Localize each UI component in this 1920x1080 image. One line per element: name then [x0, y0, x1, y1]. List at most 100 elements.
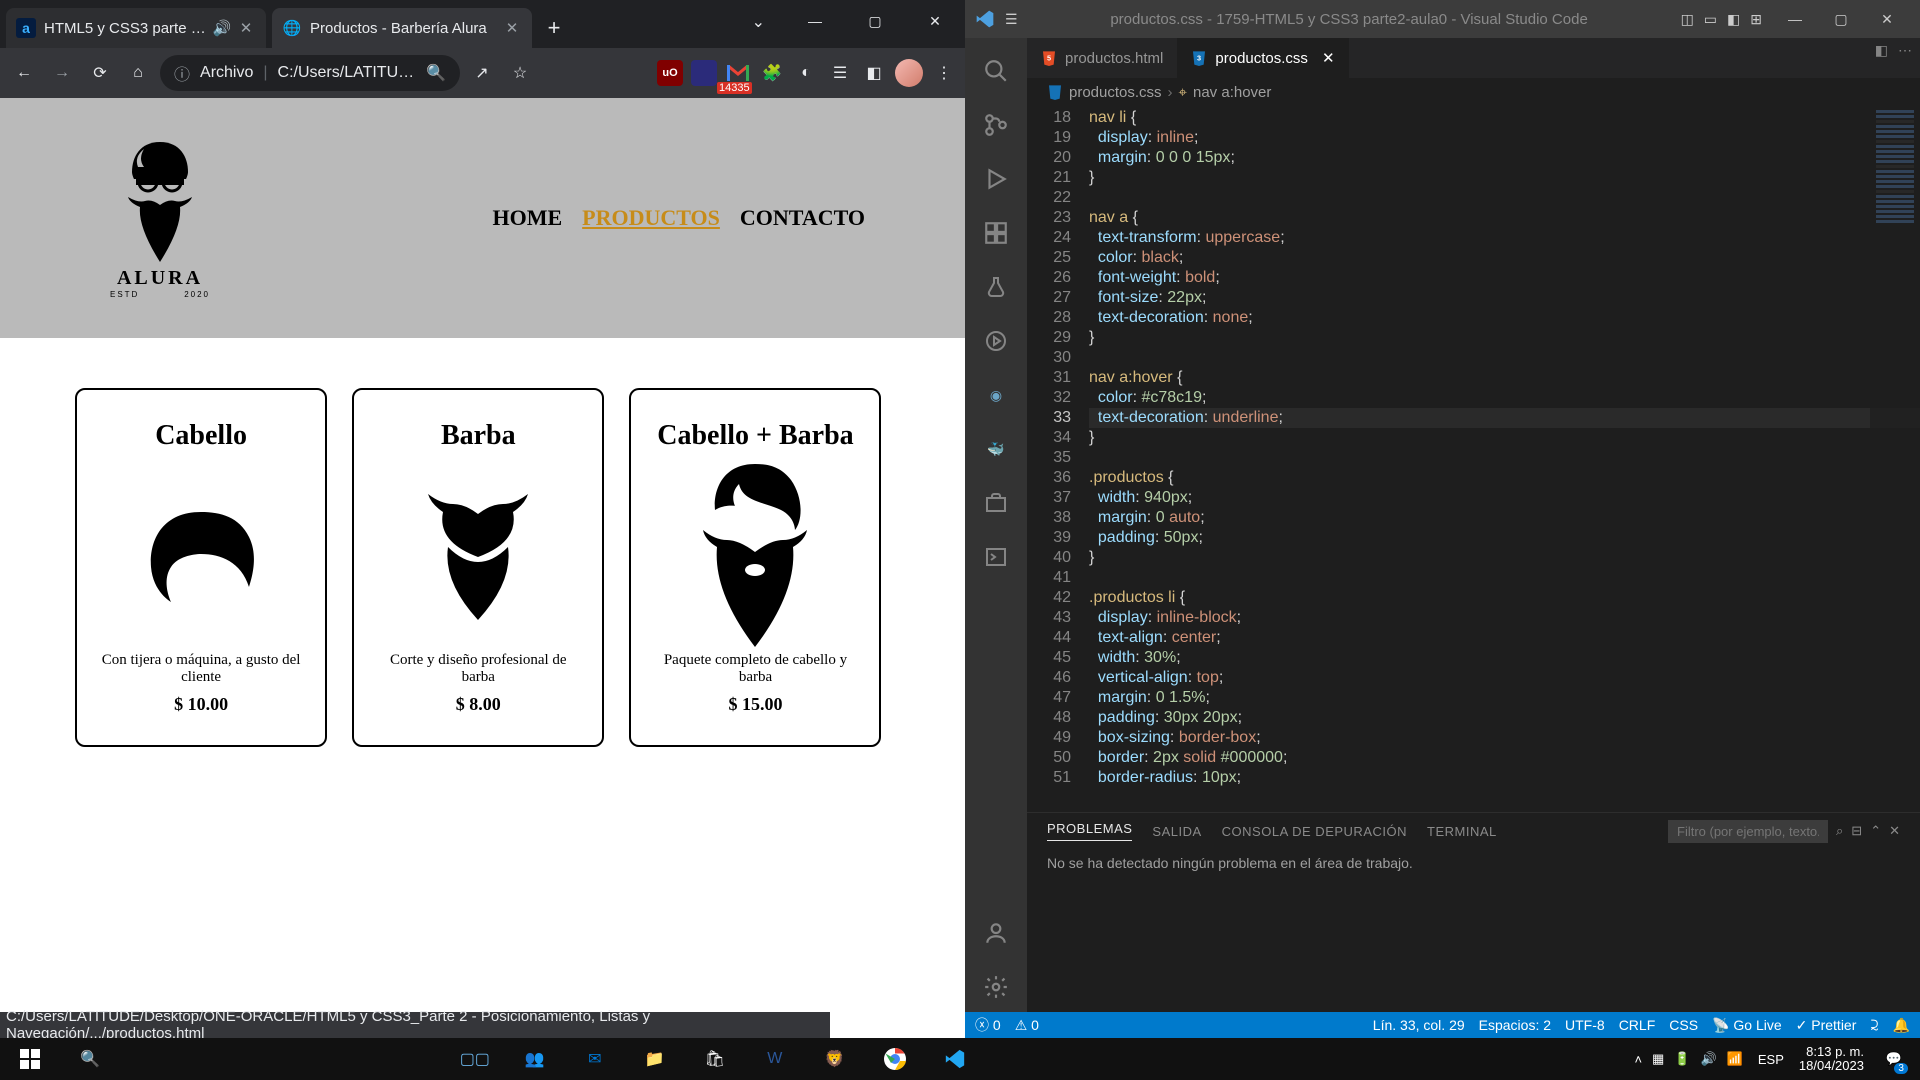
editor-tab-css[interactable]: 3 productos.css ✕: [1177, 38, 1348, 78]
status-warnings[interactable]: ⚠ 0: [1015, 1017, 1039, 1034]
projects-icon[interactable]: [965, 478, 1027, 528]
split-icon[interactable]: ◧: [1875, 42, 1888, 59]
close-icon[interactable]: ✕: [236, 18, 256, 38]
menu-button[interactable]: ⋮: [931, 60, 957, 86]
menu-icon[interactable]: ☰: [1005, 11, 1018, 28]
language-indicator[interactable]: ESP: [1753, 1051, 1789, 1068]
minimap[interactable]: [1870, 106, 1920, 812]
layout-icon[interactable]: ◧: [1727, 11, 1740, 28]
nav-home[interactable]: Home: [493, 205, 563, 231]
filter-input[interactable]: [1668, 820, 1828, 843]
side-panel-icon[interactable]: ◧: [861, 60, 887, 86]
status-golive[interactable]: 📡 Go Live: [1712, 1017, 1782, 1034]
liveshare-icon[interactable]: [965, 316, 1027, 366]
status-lang[interactable]: CSS: [1669, 1017, 1698, 1033]
console-icon[interactable]: [965, 532, 1027, 582]
close-button[interactable]: ✕: [905, 0, 965, 42]
browser-tab-2[interactable]: 🌐 Productos - Barbería Alura ✕: [272, 8, 532, 48]
layout-icon[interactable]: ⊞: [1750, 11, 1762, 28]
code-editor[interactable]: 1819202122232425262728293031323334353637…: [1027, 106, 1920, 812]
reload-button[interactable]: ⟳: [84, 57, 116, 89]
more-icon[interactable]: ⋯: [1898, 42, 1912, 59]
status-position[interactable]: Lín. 33, col. 29: [1373, 1017, 1465, 1033]
tab-terminal[interactable]: TERMINAL: [1427, 824, 1497, 839]
battery-icon[interactable]: 🔋: [1674, 1051, 1690, 1067]
nav-contacto[interactable]: Contacto: [740, 205, 865, 231]
tab-search-icon[interactable]: ⌄: [752, 12, 765, 32]
site-info-icon[interactable]: ⓘ: [174, 61, 190, 85]
bookmark-button[interactable]: ☆: [504, 57, 536, 89]
reading-list-icon[interactable]: ☰: [827, 60, 853, 86]
code-content[interactable]: nav li { display: inline; margin: 0 0 0 …: [1089, 106, 1920, 812]
volume-icon[interactable]: 🔊: [1701, 1051, 1717, 1067]
search-icon[interactable]: [965, 46, 1027, 96]
layout-icon[interactable]: ▭: [1704, 11, 1717, 28]
filter-icon[interactable]: ⌕: [1836, 823, 1843, 839]
people-icon[interactable]: 👥: [505, 1038, 565, 1080]
back-button[interactable]: ←: [8, 57, 40, 89]
chevron-up-icon[interactable]: ⌃: [1870, 823, 1881, 839]
status-eol[interactable]: CRLF: [1619, 1017, 1656, 1033]
status-spaces[interactable]: Espacios: 2: [1479, 1017, 1551, 1033]
minimize-button[interactable]: —: [1772, 0, 1818, 38]
tab-consola[interactable]: CONSOLA DE DEPURACIÓN: [1222, 824, 1407, 839]
maximize-button[interactable]: ▢: [845, 0, 905, 42]
address-bar[interactable]: ⓘ Archivo | C:/Users/LATITUDE... 🔍: [160, 55, 460, 91]
ublock-icon[interactable]: uO: [657, 60, 683, 86]
start-button[interactable]: [0, 1038, 60, 1080]
extensions-menu-icon[interactable]: 🧩: [759, 60, 785, 86]
source-control-icon[interactable]: [965, 100, 1027, 150]
close-icon[interactable]: ✕: [1322, 49, 1335, 67]
maximize-button[interactable]: ▢: [1818, 0, 1864, 38]
editor-tab-html[interactable]: 5 productos.html: [1027, 38, 1177, 78]
docker-icon[interactable]: 🐳: [965, 424, 1027, 474]
close-button[interactable]: ✕: [1864, 0, 1910, 38]
tray-chevron-icon[interactable]: ˄: [1634, 1052, 1642, 1067]
clock[interactable]: 8:13 p. m. 18/04/2023: [1799, 1045, 1864, 1073]
vscode-taskbar-icon[interactable]: [925, 1038, 985, 1080]
extension-icon[interactable]: [691, 60, 717, 86]
breadcrumb[interactable]: productos.css › ⌖ nav a:hover: [1027, 78, 1920, 106]
share-button[interactable]: ↗: [466, 57, 498, 89]
status-errors[interactable]: ⓧ 0: [975, 1015, 1001, 1035]
browser-tab-1[interactable]: a HTML5 y CSS3 parte 2: Posic 🔊 ✕: [6, 8, 266, 48]
accounts-icon[interactable]: [965, 908, 1027, 958]
run-icon[interactable]: [965, 154, 1027, 204]
html-file-icon: 5: [1041, 50, 1057, 66]
collapse-icon[interactable]: ⊟: [1851, 823, 1862, 839]
explorer-icon[interactable]: 📁: [625, 1038, 685, 1080]
status-encoding[interactable]: UTF-8: [1565, 1017, 1605, 1033]
edge-icon[interactable]: ◉: [965, 370, 1027, 420]
chrome-icon[interactable]: [865, 1038, 925, 1080]
extension-icon-2[interactable]: ◐: [793, 60, 819, 86]
close-icon[interactable]: ✕: [1889, 823, 1900, 839]
status-bell-icon[interactable]: 🔔: [1893, 1017, 1910, 1034]
testing-icon[interactable]: [965, 262, 1027, 312]
tab-problemas[interactable]: PROBLEMAS: [1047, 821, 1132, 841]
tab-salida[interactable]: SALIDA: [1152, 824, 1201, 839]
status-prettier[interactable]: ✓ Prettier: [1796, 1017, 1857, 1034]
taskview-icon[interactable]: ▢▢: [445, 1038, 505, 1080]
nav-productos[interactable]: Productos: [582, 205, 720, 231]
outlook-icon[interactable]: ✉: [565, 1038, 625, 1080]
extensions-icon[interactable]: [965, 208, 1027, 258]
layout-icon[interactable]: ◫: [1681, 11, 1694, 28]
audio-icon[interactable]: 🔊: [212, 18, 232, 38]
wifi-icon[interactable]: 📶: [1727, 1051, 1743, 1067]
home-button[interactable]: ⌂: [122, 57, 154, 89]
close-icon[interactable]: ✕: [502, 18, 522, 38]
forward-button[interactable]: →: [46, 57, 78, 89]
new-tab-button[interactable]: +: [538, 12, 570, 44]
gmail-icon[interactable]: 14335: [725, 60, 751, 86]
brave-icon[interactable]: 🦁: [805, 1038, 865, 1080]
notifications-button[interactable]: 💬3: [1874, 1038, 1914, 1080]
status-feedback-icon[interactable]: ⫈: [1870, 1017, 1878, 1034]
search-icon[interactable]: 🔍: [426, 63, 446, 83]
search-button[interactable]: 🔍: [60, 1038, 120, 1080]
tray-app-icon[interactable]: ▦: [1652, 1051, 1664, 1067]
store-icon[interactable]: 🛍: [685, 1038, 745, 1080]
word-icon[interactable]: W: [745, 1038, 805, 1080]
settings-icon[interactable]: [965, 962, 1027, 1012]
profile-avatar[interactable]: [895, 59, 923, 87]
minimize-button[interactable]: —: [785, 0, 845, 42]
